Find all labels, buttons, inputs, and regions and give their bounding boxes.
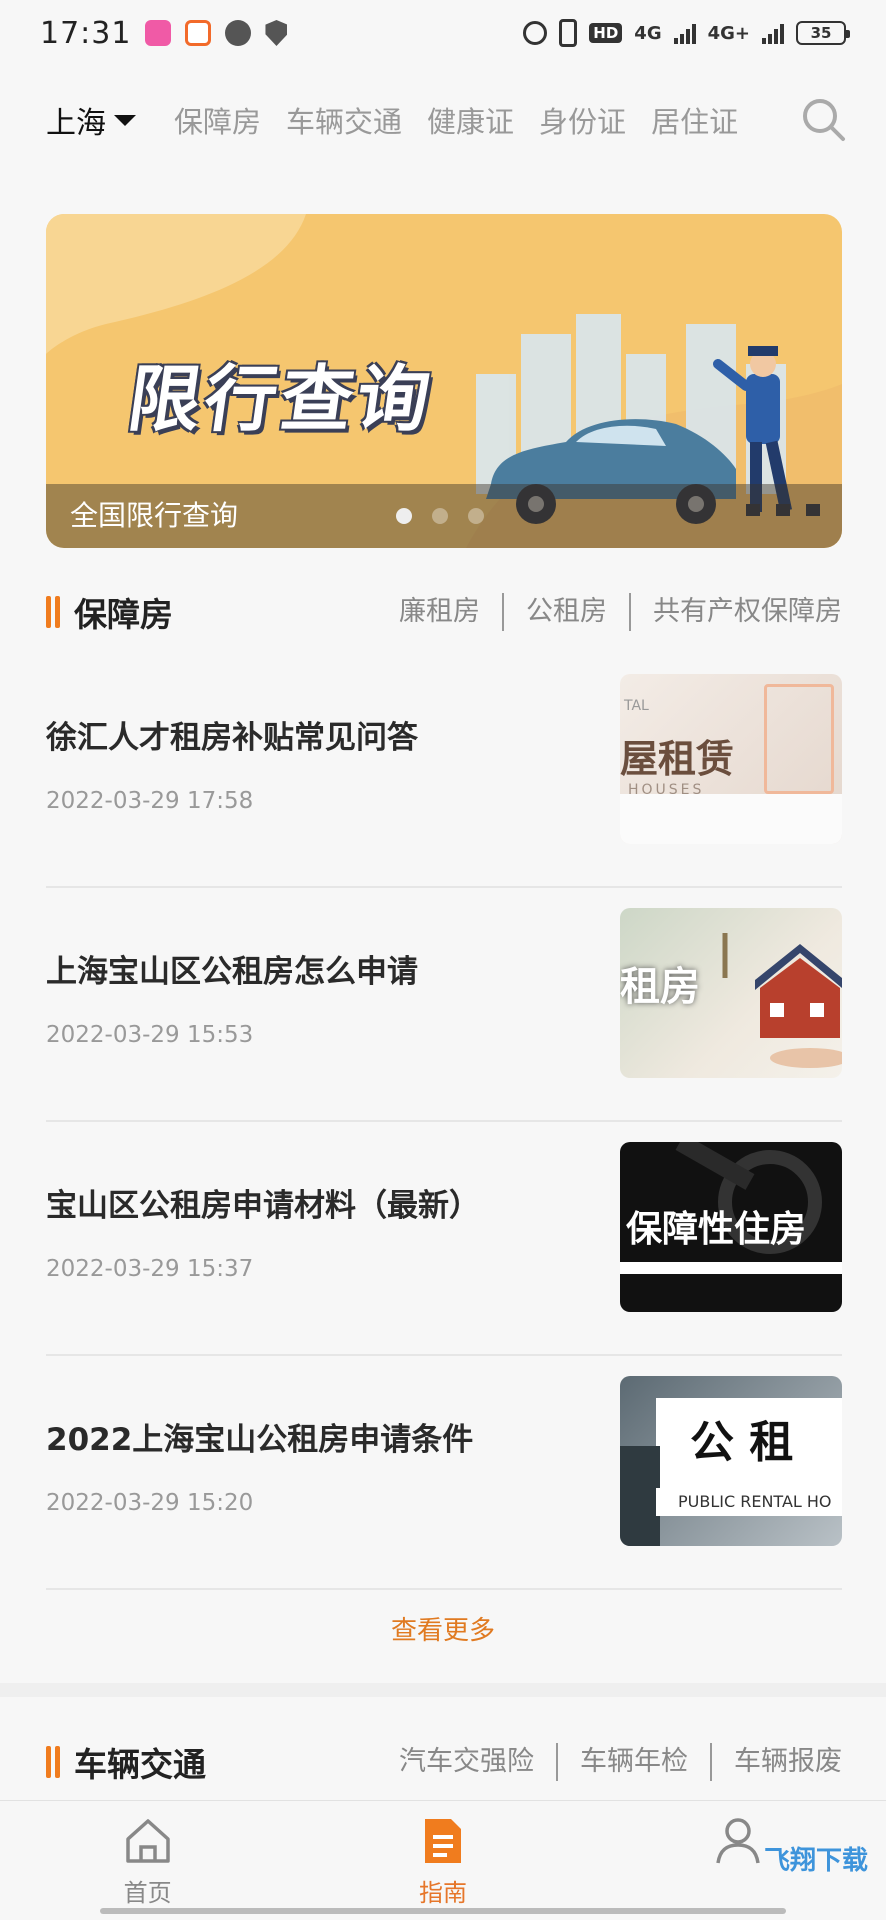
shield-icon: [265, 20, 288, 46]
link-annual-inspection[interactable]: 车辆年检: [556, 1743, 710, 1781]
tab-traffic[interactable]: 车辆交通: [286, 99, 402, 141]
thumbnail-caption: TAL: [624, 698, 649, 714]
article-thumbnail: 租房: [620, 908, 842, 1078]
article-date: 2022-03-29 17:58: [46, 788, 254, 814]
city-label: 上海: [46, 106, 106, 141]
carousel-dot[interactable]: [432, 508, 448, 524]
link-shared-ownership[interactable]: 共有产权保障房: [629, 593, 842, 631]
article-item[interactable]: 徐汇人才租房补贴常见问答 2022-03-29 17:58 TAL 屋租赁 HO…: [46, 654, 842, 888]
article-item[interactable]: 2022上海宝山公租房申请条件 2022-03-29 15:20 公 租 PUB…: [46, 1356, 842, 1590]
article-thumbnail: 保障性住房: [620, 1142, 842, 1312]
signal-icon-1: [673, 22, 696, 44]
section-accent-icon: [46, 596, 60, 628]
bottom-nav: 首页 指南: [0, 1800, 886, 1920]
article-thumbnail: 公 租 PUBLIC RENTAL HO: [620, 1376, 842, 1546]
tab-id-card[interactable]: 身份证: [539, 99, 626, 141]
nav-guide[interactable]: 指南: [295, 1801, 590, 1920]
status-time: 17:31: [40, 15, 132, 51]
tab-health-cert[interactable]: 健康证: [427, 99, 514, 141]
article-date: 2022-03-29 15:37: [46, 1256, 254, 1282]
article-date: 2022-03-29 15:20: [46, 1490, 254, 1516]
top-nav: 上海 保障房 车辆交通 健康证 身份证 居住证: [0, 90, 886, 150]
tab-residence-permit[interactable]: 居住证: [651, 99, 738, 141]
home-indicator[interactable]: [100, 1908, 786, 1914]
battery-icon: 35: [796, 21, 850, 45]
network-label-1: 4G: [634, 22, 662, 44]
article-thumbnail: TAL 屋租赁 HOUSES: [620, 674, 842, 844]
search-icon[interactable]: [800, 96, 846, 142]
article-item[interactable]: 宝山区公租房申请材料（最新） 2022-03-29 15:37 保障性住房: [46, 1122, 842, 1356]
network-label-2: 4G+: [707, 22, 750, 44]
section-title: 车辆交通: [74, 1745, 206, 1784]
section-title: 保障房: [74, 595, 173, 634]
link-car-insurance[interactable]: 汽车交强险: [399, 1743, 556, 1781]
nav-label: 首页: [123, 1879, 172, 1907]
alarm-icon: [523, 21, 548, 45]
thumbnail-subtext: HOUSES: [628, 782, 705, 798]
thumbnail-text: 保障性住房: [626, 1209, 807, 1250]
signal-icon-2: [762, 22, 784, 44]
link-low-rent-housing[interactable]: 廉租房: [399, 593, 502, 631]
carousel-indicator: [396, 508, 484, 524]
housing-section-header: 保障房 廉租房 公租房 共有产权保障房: [46, 587, 842, 637]
nav-label: 指南: [418, 1879, 467, 1907]
thumbnail-subtext: PUBLIC RENTAL HO: [678, 1492, 832, 1511]
didi-app-icon: [185, 20, 212, 46]
gauge-icon: [225, 20, 252, 46]
thumbnail-text: 公 租: [690, 1417, 809, 1468]
city-selector[interactable]: 上海: [46, 98, 136, 142]
article-title: 宝山区公租房申请材料（最新）: [46, 1188, 480, 1224]
caret-down-icon: [114, 114, 136, 126]
article-title: 上海宝山区公租房怎么申请: [46, 954, 418, 990]
banner-title: 限行查询: [123, 357, 440, 441]
thumbnail-text: 租房: [620, 964, 700, 1010]
article-date: 2022-03-29 15:53: [46, 1022, 254, 1048]
document-icon: [424, 1819, 461, 1863]
hd-badge: HD: [589, 23, 623, 43]
see-more-link[interactable]: 查看更多: [0, 1610, 886, 1647]
promo-banner[interactable]: 限行查询 全国限行查询: [46, 214, 842, 548]
section-links: 汽车交强险 车辆年检 车辆报废: [399, 1743, 842, 1781]
category-tabs: 保障房 车辆交通 健康证 身份证 居住证: [174, 99, 738, 141]
watermark: 飞翔下载: [763, 1846, 868, 1876]
carousel-dot[interactable]: [468, 508, 484, 524]
soul-app-icon: [145, 20, 172, 46]
banner-caption: 全国限行查询: [70, 499, 239, 532]
app-page: 17:31 HD 4G 4G+ 35 上海 保障房 车辆交通 健康证 身份证 居…: [0, 0, 886, 1920]
tab-housing[interactable]: 保障房: [174, 99, 261, 141]
carousel-dot[interactable]: [396, 508, 412, 524]
section-links: 廉租房 公租房 共有产权保障房: [399, 593, 842, 631]
battery-level: 35: [810, 24, 832, 42]
home-icon: [125, 1819, 170, 1863]
status-bar: 17:31 HD 4G 4G+ 35: [0, 0, 886, 66]
vibrate-icon: [559, 19, 578, 47]
article-item[interactable]: 上海宝山区公租房怎么申请 2022-03-29 15:53 租房: [46, 888, 842, 1122]
section-divider: [0, 1683, 886, 1697]
thumbnail-text: 屋租赁: [620, 737, 735, 781]
article-title: 徐汇人才租房补贴常见问答: [46, 720, 418, 756]
link-public-rental[interactable]: 公租房: [502, 593, 629, 631]
user-icon: [716, 1818, 761, 1864]
link-vehicle-scrap[interactable]: 车辆报废: [710, 1743, 842, 1781]
traffic-section-header: 车辆交通 汽车交强险 车辆年检 车辆报废: [46, 1737, 842, 1787]
nav-home[interactable]: 首页: [0, 1801, 295, 1920]
section-accent-icon: [46, 1746, 60, 1778]
article-title: 2022上海宝山公租房申请条件: [46, 1422, 474, 1458]
